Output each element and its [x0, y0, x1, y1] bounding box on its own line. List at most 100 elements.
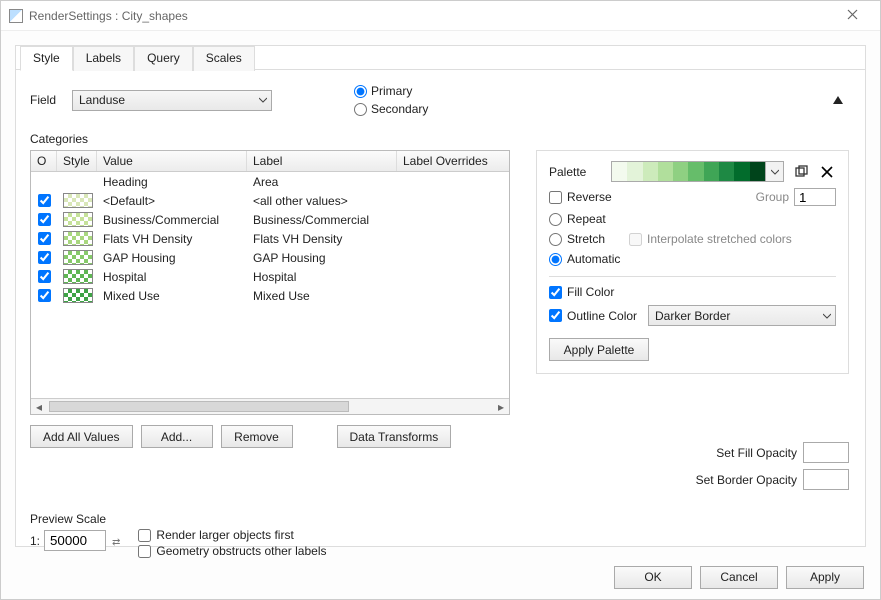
table-row[interactable]: <Default><all other values> [31, 191, 509, 210]
palette-label: Palette [549, 165, 603, 179]
outline-color-combo[interactable]: Darker Border [648, 305, 836, 326]
row-visibility-checkbox[interactable] [38, 232, 51, 245]
table-row[interactable]: GAP HousingGAP Housing [31, 248, 509, 267]
settings-panel: Style Labels Query Scales Field Landuse [15, 45, 866, 547]
mode-secondary-radio[interactable]: Secondary [354, 100, 428, 118]
table-row[interactable]: HospitalHospital [31, 267, 509, 286]
preview-scale-label: Preview Scale [30, 512, 126, 526]
row-value: <Default> [97, 194, 247, 208]
scroll-right-icon[interactable]: ▸ [493, 399, 509, 414]
tabstrip: Style Labels Query Scales [16, 45, 865, 70]
grid-header: O Style Value Label Label Overrides [31, 151, 509, 172]
opacity-block: Set Fill Opacity Set Border Opacity [696, 442, 849, 496]
categories-grid: O Style Value Label Label Overrides Head… [30, 150, 510, 415]
style-swatch[interactable] [63, 269, 93, 284]
chevron-down-icon [823, 309, 831, 323]
cancel-button[interactable]: Cancel [700, 566, 778, 589]
data-transforms-button[interactable]: Data Transforms [337, 425, 452, 448]
col-overrides[interactable]: Label Overrides [397, 151, 509, 171]
titlebar: RenderSettings : City_shapes [1, 1, 880, 31]
window-close-button[interactable] [832, 9, 872, 23]
field-value: Landuse [79, 93, 125, 107]
row-visibility-checkbox[interactable] [38, 194, 51, 207]
field-label: Field [30, 93, 62, 107]
grid-heading-row: Heading Area [31, 172, 509, 191]
palette-combo[interactable] [611, 161, 784, 182]
add-all-values-button[interactable]: Add All Values [30, 425, 133, 448]
row-value: Flats VH Density [97, 232, 247, 246]
stretch-radio[interactable] [549, 233, 562, 246]
palette-pane: Palette [536, 150, 849, 374]
col-label[interactable]: Label [247, 151, 397, 171]
group-input[interactable] [794, 188, 836, 206]
col-value[interactable]: Value [97, 151, 247, 171]
col-style[interactable]: Style [57, 151, 97, 171]
grid-horizontal-scrollbar[interactable]: ◂ ▸ [31, 398, 509, 414]
style-swatch[interactable] [63, 193, 93, 208]
outline-color-checkbox[interactable] [549, 309, 562, 322]
palette-strip [612, 162, 765, 181]
col-o[interactable]: O [31, 151, 57, 171]
mode-secondary-input[interactable] [354, 103, 367, 116]
render-settings-window: RenderSettings : City_shapes Style Label… [0, 0, 881, 600]
interpolate-checkbox [629, 233, 642, 246]
chevron-down-icon [765, 162, 783, 181]
apply-palette-button[interactable]: Apply Palette [549, 338, 649, 361]
tab-query[interactable]: Query [134, 46, 193, 71]
tab-style[interactable]: Style [20, 46, 73, 71]
render-larger-first-checkbox[interactable] [138, 529, 151, 542]
tab-labels[interactable]: Labels [73, 46, 134, 71]
row-value: Mixed Use [97, 289, 247, 303]
row-value: Business/Commercial [97, 213, 247, 227]
automatic-radio[interactable] [549, 253, 562, 266]
scroll-left-icon[interactable]: ◂ [31, 399, 47, 414]
table-row[interactable]: Mixed UseMixed Use [31, 286, 509, 305]
mode-primary-radio[interactable]: Primary [354, 82, 428, 100]
row-label: <all other values> [247, 194, 397, 208]
categories-label: Categories [30, 132, 851, 146]
style-swatch[interactable] [63, 212, 93, 227]
fill-opacity-input[interactable] [803, 442, 849, 463]
table-row[interactable]: Flats VH DensityFlats VH Density [31, 229, 509, 248]
row-value: Hospital [97, 270, 247, 284]
row-visibility-checkbox[interactable] [38, 251, 51, 264]
palette-clear-icon[interactable] [818, 166, 836, 178]
scale-swap-icon[interactable]: ⇄ [112, 537, 120, 548]
fill-opacity-label: Set Fill Opacity [716, 446, 797, 460]
row-visibility-checkbox[interactable] [38, 289, 51, 302]
ok-button[interactable]: OK [614, 566, 692, 589]
chevron-down-icon [259, 93, 267, 107]
tab-scales[interactable]: Scales [193, 46, 255, 71]
reverse-checkbox[interactable] [549, 191, 562, 204]
row-label: Business/Commercial [247, 213, 397, 227]
preview-scale-input[interactable] [44, 530, 106, 551]
row-label: Mixed Use [247, 289, 397, 303]
window-title: RenderSettings : City_shapes [29, 9, 832, 23]
repeat-radio[interactable] [549, 213, 562, 226]
close-icon [847, 9, 858, 20]
scroll-thumb[interactable] [49, 401, 349, 412]
mode-primary-input[interactable] [354, 85, 367, 98]
row-visibility-checkbox[interactable] [38, 270, 51, 283]
field-combo[interactable]: Landuse [72, 90, 272, 111]
style-swatch[interactable] [63, 288, 93, 303]
apply-button[interactable]: Apply [786, 566, 864, 589]
app-icon [9, 9, 23, 23]
grid-body[interactable]: Heading Area <Default><all other values>… [31, 172, 509, 398]
row-visibility-checkbox[interactable] [38, 213, 51, 226]
row-label: Flats VH Density [247, 232, 397, 246]
group-label: Group [756, 190, 789, 204]
row-value: GAP Housing [97, 251, 247, 265]
fill-color-checkbox[interactable] [549, 286, 562, 299]
style-swatch[interactable] [63, 231, 93, 246]
preview-block: Preview Scale 1: ⇄ Render larger objects… [30, 512, 326, 558]
style-swatch[interactable] [63, 250, 93, 265]
border-opacity-input[interactable] [803, 469, 849, 490]
table-row[interactable]: Business/CommercialBusiness/Commercial [31, 210, 509, 229]
remove-button[interactable]: Remove [221, 425, 293, 448]
row-label: Hospital [247, 270, 397, 284]
add-button[interactable]: Add... [141, 425, 213, 448]
palette-copy-icon[interactable] [792, 165, 810, 178]
row-label: GAP Housing [247, 251, 397, 265]
expand-toggle-icon[interactable] [831, 94, 845, 111]
